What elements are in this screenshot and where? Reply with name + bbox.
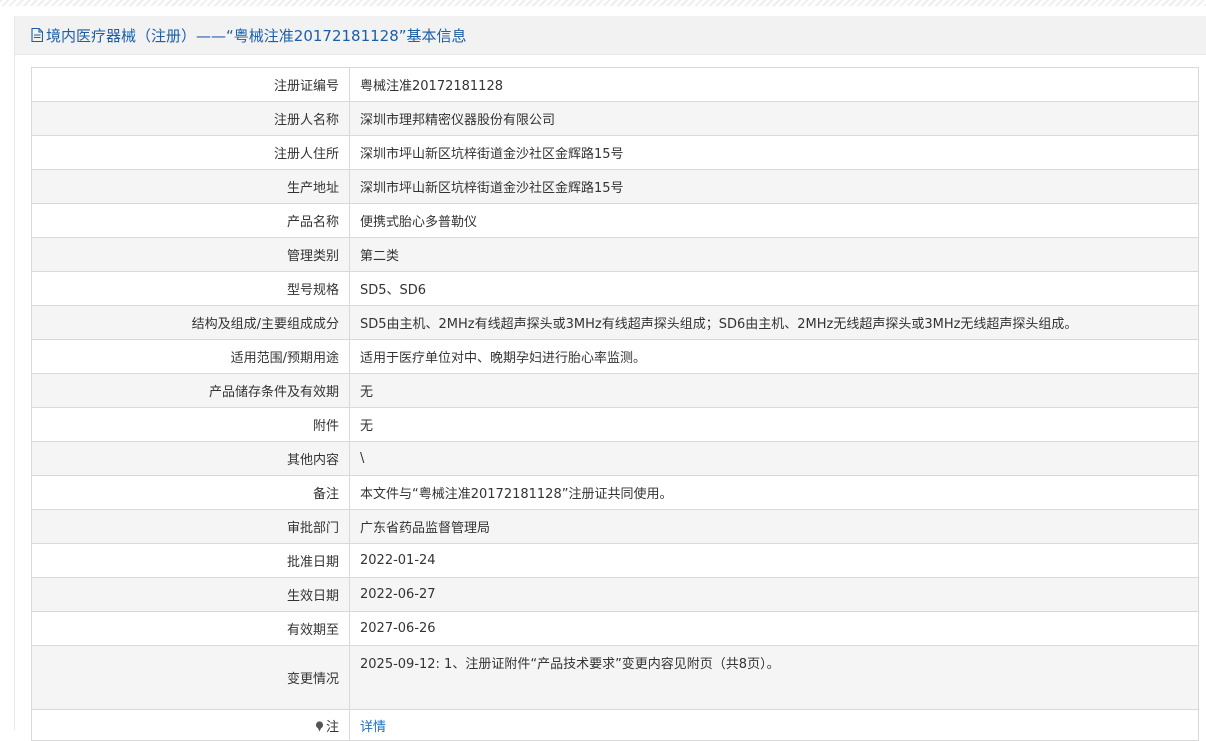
table-row: 产品名称 便携式胎心多普勒仪 <box>31 203 1199 238</box>
row-label: 注册证编号 <box>31 67 350 102</box>
row-value: 本文件与“粤械注准20172181128”注册证共同使用。 <box>349 475 1199 510</box>
table-row: 生效日期 2022-06-27 <box>31 577 1199 612</box>
row-label: 有效期至 <box>31 611 350 646</box>
row-value: 粤械注准20172181128 <box>349 67 1199 102</box>
row-value: 深圳市坪山新区坑梓街道金沙社区金辉路15号 <box>349 135 1199 170</box>
row-value: 深圳市坪山新区坑梓街道金沙社区金辉路15号 <box>349 169 1199 204</box>
row-label: 生产地址 <box>31 169 350 204</box>
table-row: 有效期至 2027-06-26 <box>31 611 1199 646</box>
row-label: 管理类别 <box>31 237 350 272</box>
row-label: 附件 <box>31 407 350 442</box>
row-value: 深圳市理邦精密仪器股份有限公司 <box>349 101 1199 136</box>
page-title: 境内医疗器械（注册）——“粤械注准20172181128”基本信息 <box>46 26 467 45</box>
table-row-change: 变更情况 2025-09-12: 1、注册证附件“产品技术要求”变更内容见附页（共… <box>31 645 1199 710</box>
row-label: 生效日期 <box>31 577 350 612</box>
pin-icon <box>315 720 324 731</box>
row-value: 无 <box>349 407 1199 442</box>
table-row-note: 注 详情 <box>31 709 1199 741</box>
row-label: 批准日期 <box>31 543 350 578</box>
document-icon <box>31 28 43 42</box>
row-value: 广东省药品监督管理局 <box>349 509 1199 544</box>
row-value: \ <box>349 441 1199 476</box>
row-value: SD5、SD6 <box>349 271 1199 306</box>
change-value: 2025-09-12: 1、注册证附件“产品技术要求”变更内容见附页（共8页）。 <box>349 645 1199 710</box>
row-label: 产品储存条件及有效期 <box>31 373 350 408</box>
row-value: 无 <box>349 373 1199 408</box>
table-row: 结构及组成/主要组成成分 SD5由主机、2MHz有线超声探头或3MHz有线超声探头… <box>31 305 1199 340</box>
table-row: 注册人名称 深圳市理邦精密仪器股份有限公司 <box>31 101 1199 136</box>
table-row: 生产地址 深圳市坪山新区坑梓街道金沙社区金辉路15号 <box>31 169 1199 204</box>
row-label: 备注 <box>31 475 350 510</box>
row-label: 其他内容 <box>31 441 350 476</box>
table-row: 型号规格 SD5、SD6 <box>31 271 1199 306</box>
table-row: 管理类别 第二类 <box>31 237 1199 272</box>
note-value-cell: 详情 <box>349 709 1199 741</box>
row-label: 型号规格 <box>31 271 350 306</box>
note-label: 注 <box>325 719 339 735</box>
note-label-cell: 注 <box>31 709 350 741</box>
row-value: 便携式胎心多普勒仪 <box>349 203 1199 238</box>
table-row: 产品储存条件及有效期无 <box>31 373 1199 408</box>
details-link[interactable]: 详情 <box>360 720 386 735</box>
table-row: 附件无 <box>31 407 1199 442</box>
top-stripe <box>0 0 1206 6</box>
row-label: 结构及组成/主要组成成分 <box>31 305 350 340</box>
row-value: 2022-01-24 <box>349 543 1199 578</box>
table-row: 备注 本文件与“粤械注准20172181128”注册证共同使用。 <box>31 475 1199 510</box>
table-row: 审批部门 广东省药品监督管理局 <box>31 509 1199 544</box>
row-label: 产品名称 <box>31 203 350 238</box>
table-row: 注册证编号 粤械注准20172181128 <box>31 67 1199 102</box>
row-value: 2027-06-26 <box>349 611 1199 646</box>
table-row: 批准日期 2022-01-24 <box>31 543 1199 578</box>
change-label: 变更情况 <box>31 645 350 710</box>
table-row: 其他内容 \ <box>31 441 1199 476</box>
row-label: 适用范围/预期用途 <box>31 339 350 374</box>
row-value: 第二类 <box>349 237 1199 272</box>
row-value: SD5由主机、2MHz有线超声探头或3MHz有线超声探头组成；SD6由主机、2M… <box>349 305 1199 340</box>
row-value: 适用于医疗单位对中、晚期孕妇进行胎心率监测。 <box>349 339 1199 374</box>
table-row: 适用范围/预期用途 适用于医疗单位对中、晚期孕妇进行胎心率监测。 <box>31 339 1199 374</box>
row-label: 注册人名称 <box>31 101 350 136</box>
row-label: 注册人住所 <box>31 135 350 170</box>
row-label: 审批部门 <box>31 509 350 544</box>
info-panel: 境内医疗器械（注册）——“粤械注准20172181128”基本信息 注册证编号粤… <box>14 16 1206 741</box>
panel-header: 境内医疗器械（注册）——“粤械注准20172181128”基本信息 <box>15 16 1206 55</box>
info-table: 注册证编号 粤械注准20172181128 注册人名称 深圳市理邦精密仪器股份有限公司… <box>31 67 1199 741</box>
row-value: 2022-06-27 <box>349 577 1199 612</box>
table-row: 注册人住所 深圳市坪山新区坑梓街道金沙社区金辉路15号 <box>31 135 1199 170</box>
